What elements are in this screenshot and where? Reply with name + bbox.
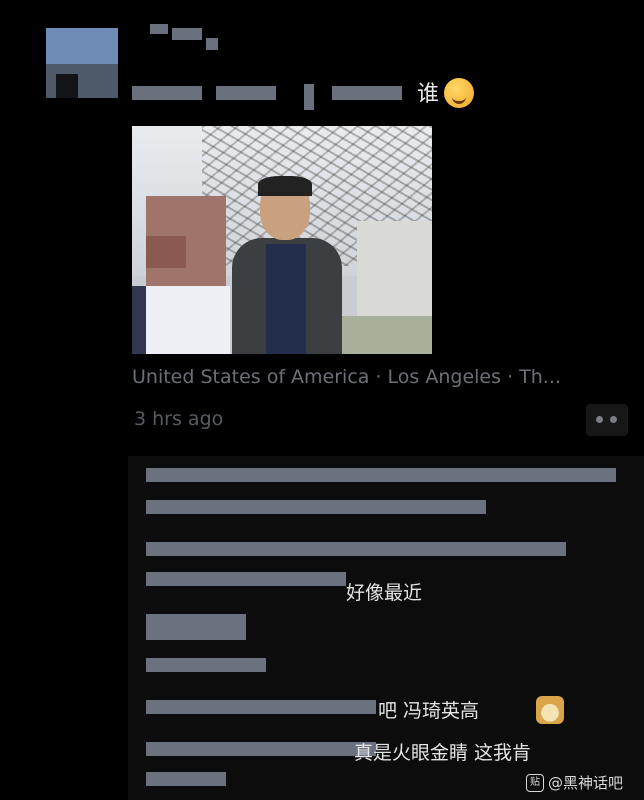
pixelated-jacket [132,286,146,354]
post-text-row: 谁 [132,76,492,110]
redacted-text [146,542,566,556]
redacted-text [146,614,246,640]
comment-text: 好像最近 [346,582,423,604]
person-shirt [266,244,306,354]
redacted-text [146,700,376,714]
photo-person [232,176,342,354]
person-hair [258,176,312,196]
redacted-text [332,86,402,100]
pixelated-face [146,236,186,268]
post-photo[interactable] [132,126,432,354]
dot-icon [610,416,617,423]
redacted-text [146,772,226,786]
more-options-button[interactable] [586,404,628,436]
pixelated-shirt [140,286,230,354]
avatar[interactable] [46,28,118,98]
post-timestamp: 3 hrs ago [134,408,224,430]
doge-emoji-icon [536,696,564,724]
avatar-pixel [46,28,118,64]
comments-section: 好像最近 吧 冯琦英高 真是火眼金睛 这我肯 [128,456,644,800]
redacted-text [132,86,202,100]
avatar-pixel [56,74,78,98]
post-text: 谁 [417,82,440,107]
comment-text: 吧 冯琦英高 [378,700,480,722]
tieba-logo-icon: 贴 [526,773,544,792]
redacted-text [146,500,486,514]
watermark: 贴 @黑神话吧 [526,772,623,793]
username-redacted[interactable] [150,24,220,50]
watermark-text: @黑神话吧 [548,774,624,792]
comment-text: 真是火眼金睛 这我肯 [354,742,532,764]
dot-icon [596,416,603,423]
redacted-text [146,742,376,756]
redacted-text [304,84,314,110]
photo-building [357,221,432,321]
redacted-text [216,86,276,100]
grin-emoji-icon [444,78,474,108]
post-location[interactable]: United States of America · Los Angeles ·… [132,366,561,388]
redacted-text [146,468,616,482]
redacted-text [146,658,266,672]
redacted-text [146,572,346,586]
photo-person-pixelated [132,196,232,354]
